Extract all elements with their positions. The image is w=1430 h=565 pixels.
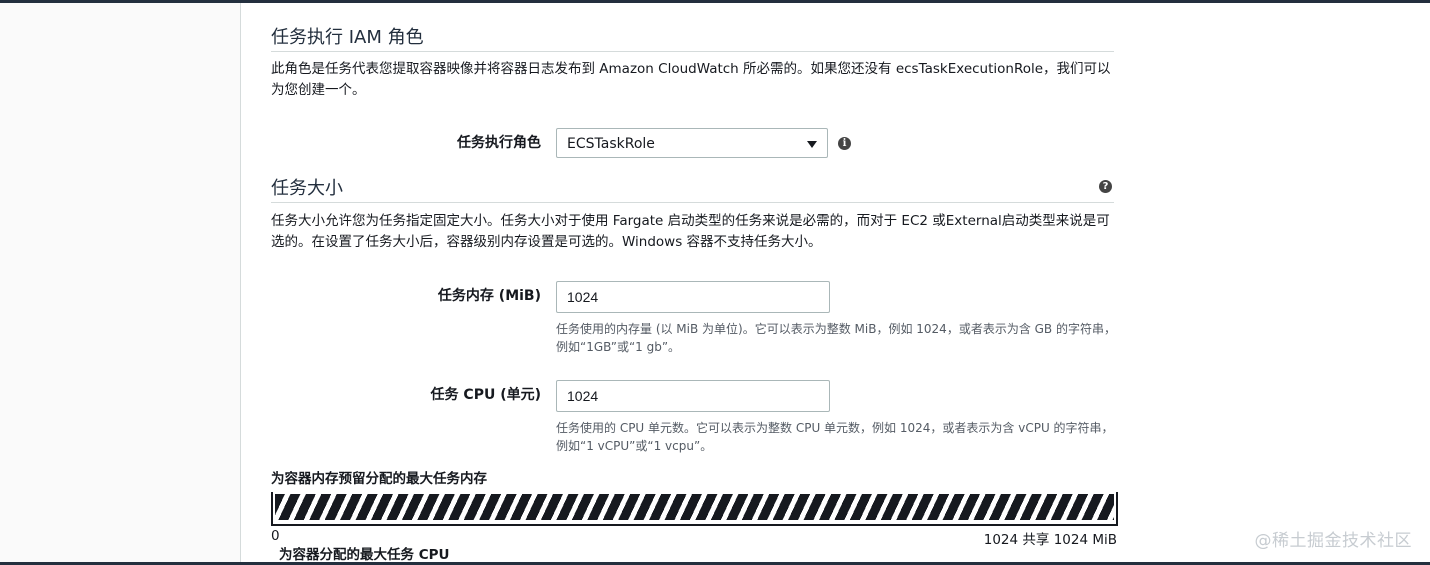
task-memory-input[interactable] [556, 281, 830, 313]
task-execution-role-select[interactable]: ECSTaskRole [556, 128, 828, 158]
task-cpu-label: 任务 CPU (单元) [430, 387, 541, 403]
memory-allocation-bar [271, 492, 1118, 526]
iam-section-title: 任务执行 IAM 角色 [271, 25, 1114, 52]
help-icon[interactable]: ? [1099, 180, 1112, 193]
task-definition-panel: 任务执行 IAM 角色 此角色是任务代表您提取容器映像并将容器日志发布到 Ama… [240, 3, 1430, 563]
task-memory-hint: 任务使用的内存量 (以 MiB 为单位)。它可以表示为整数 MiB，例如 102… [556, 322, 1116, 354]
info-icon[interactable]: i [838, 137, 851, 150]
memory-allocation-bar-fill [275, 494, 1114, 520]
task-memory-label: 任务内存 (MiB) [437, 288, 541, 304]
task-execution-role-label: 任务执行角色 [457, 135, 541, 151]
task-execution-role-value: ECSTaskRole [567, 136, 655, 152]
task-size-section-title: 任务大小 [271, 176, 1114, 203]
task-cpu-input[interactable] [556, 380, 830, 412]
watermark-text: @稀土掘金技术社区 [1254, 531, 1412, 551]
memory-allocation-min-label: 0 [271, 528, 280, 544]
task-cpu-hint: 任务使用的 CPU 单元数。它可以表示为整数 CPU 单元数，例如 1024，或… [556, 421, 1114, 453]
memory-allocation-max-label: 1024 共享 1024 MiB [983, 532, 1117, 548]
cpu-allocation-title: 为容器分配的最大任务 CPU [279, 547, 450, 563]
chevron-down-icon [807, 141, 817, 148]
task-size-description: 任务大小允许您为任务指定固定大小。任务大小对于使用 Fargate 启动类型的任… [271, 213, 1110, 250]
memory-allocation-title: 为容器内存预留分配的最大任务内存 [271, 471, 487, 487]
iam-section-description: 此角色是任务代表您提取容器映像并将容器日志发布到 Amazon CloudWat… [271, 61, 1111, 98]
